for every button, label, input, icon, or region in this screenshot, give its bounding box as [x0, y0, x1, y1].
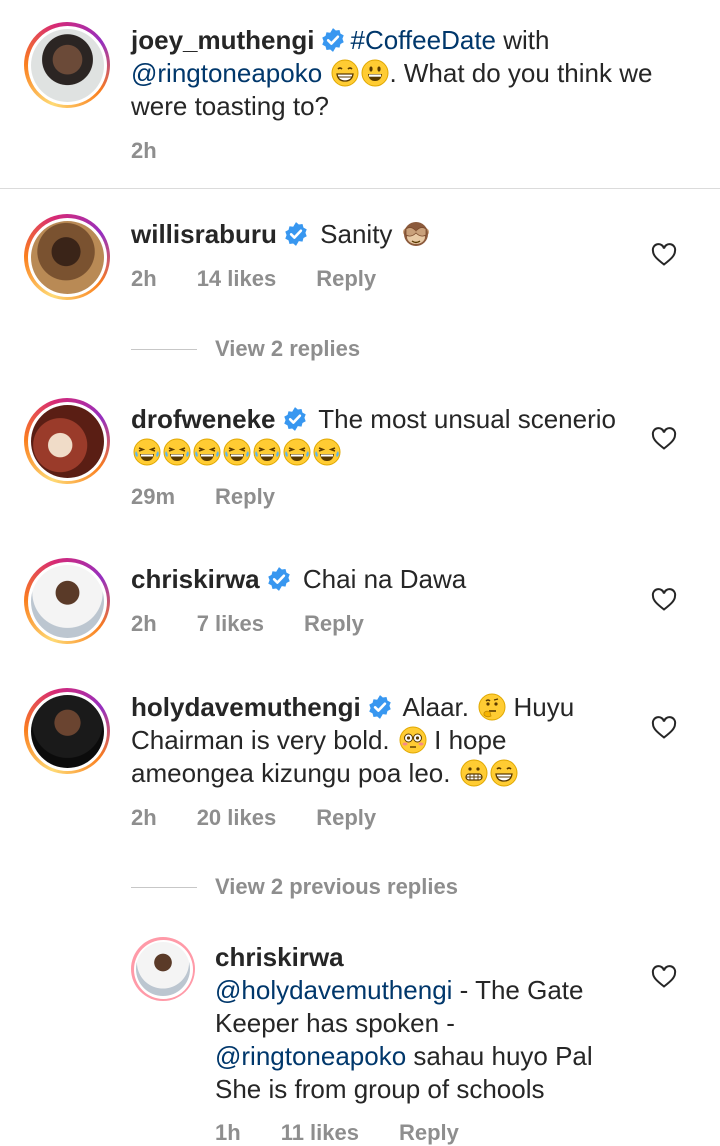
reply-button[interactable]: Reply [316, 805, 376, 831]
verified-badge-icon [367, 694, 393, 720]
grin-emoji-icon [331, 59, 359, 87]
verified-badge-icon [320, 27, 346, 53]
view-replies-label: View 2 previous replies [215, 874, 458, 899]
comment-username[interactable]: chriskirwa [131, 564, 260, 594]
heart-outline-icon[interactable] [651, 716, 677, 740]
comment-body: Chai na Dawa [302, 564, 467, 594]
heart-outline-icon[interactable] [651, 243, 677, 267]
view-previous-replies-button[interactable]: View 2 previous replies [131, 874, 458, 900]
heart-outline-icon[interactable] [651, 427, 677, 451]
reply-time: 1h [215, 1120, 241, 1145]
grin-emoji-icon [490, 759, 518, 787]
reply-username[interactable]: chriskirwa [215, 942, 344, 972]
divider [0, 188, 720, 189]
verified-badge-icon [266, 566, 292, 592]
comment-body: Sanity [320, 219, 393, 249]
comment-text: holydavemuthengi Alaar. Huyu Chairman is… [131, 691, 651, 790]
comment-text: chriskirwa Chai na Dawa [131, 563, 466, 596]
heart-outline-icon[interactable] [651, 965, 677, 989]
reply-button[interactable]: Reply [304, 611, 364, 637]
laughing-emoji-icon [163, 438, 191, 466]
comment-body: Chairman is very bold. [131, 725, 390, 755]
comment-meta: 2h 7 likes Reply [131, 611, 404, 637]
comment-body: Alaar. [402, 692, 470, 722]
caption-time: 2h [131, 138, 157, 163]
comment-body: The most unsual scenerio [318, 404, 616, 434]
comment-body: Huyu [513, 692, 575, 722]
heart-outline-icon[interactable] [651, 588, 677, 612]
comment-body: ameongea kizungu poa leo. [131, 758, 451, 788]
divider-line [131, 348, 197, 350]
avatar [30, 564, 104, 638]
comment-time: 2h [131, 611, 157, 636]
view-replies-button[interactable]: View 2 replies [131, 336, 360, 362]
comment-avatar-ring[interactable] [24, 214, 110, 300]
flushed-emoji-icon [399, 726, 427, 754]
comment-avatar-ring[interactable] [24, 688, 110, 774]
comment-text: willisraburu Sanity [131, 218, 430, 251]
comment-likes[interactable]: 7 likes [197, 611, 264, 637]
laughing-emoji-icon [253, 438, 281, 466]
divider-line [131, 886, 197, 888]
laughing-emoji-icon [223, 438, 251, 466]
comment-body: I hope [434, 725, 507, 755]
comment-avatar-ring[interactable] [24, 398, 110, 484]
comment-avatar-ring[interactable] [24, 558, 110, 644]
reply-text: chriskirwa @holydavemuthengi - The Gate … [215, 941, 635, 1106]
thinking-emoji-icon [478, 693, 506, 721]
laughing-emoji-icon [283, 438, 311, 466]
comment-meta: 2h 14 likes Reply [131, 266, 416, 292]
avatar [30, 694, 104, 768]
view-replies-label: View 2 replies [215, 336, 361, 361]
see-no-evil-monkey-emoji-icon [402, 220, 430, 248]
avatar [30, 28, 104, 102]
reply-likes[interactable]: 11 likes [281, 1120, 359, 1146]
caption-text-part: with [496, 25, 550, 55]
laughing-emoji-icon [133, 438, 161, 466]
reply-meta: 1h 11 likes Reply [215, 1120, 499, 1146]
comment-time: 29m [131, 484, 176, 509]
laughing-emoji-icon [193, 438, 221, 466]
caption-username[interactable]: joey_muthengi [131, 25, 314, 55]
reply-button[interactable]: Reply [399, 1120, 459, 1146]
avatar [30, 220, 104, 294]
comment-username[interactable]: willisraburu [131, 219, 277, 249]
caption-text: joey_muthengi #CoffeeDate with @ringtonea… [131, 24, 691, 123]
avatar [136, 942, 190, 996]
reply-button[interactable]: Reply [215, 484, 275, 510]
reply-avatar-ring[interactable] [131, 937, 195, 1001]
reply-mention[interactable]: @ringtoneapoko [215, 1041, 406, 1071]
avatar [30, 404, 104, 478]
comment-likes[interactable]: 20 likes [197, 805, 277, 831]
verified-badge-icon [282, 406, 308, 432]
grimace-emoji-icon [460, 759, 488, 787]
comment-text: drofweneke The most unsual scenerio [131, 403, 651, 469]
verified-badge-icon [283, 221, 309, 247]
comment-meta: 29m Reply [131, 484, 315, 510]
comment-likes[interactable]: 14 likes [197, 266, 277, 292]
comment-time: 2h [131, 805, 157, 830]
smile-emoji-icon [361, 59, 389, 87]
comment-username[interactable]: holydavemuthengi [131, 692, 361, 722]
comment-meta: 2h 20 likes Reply [131, 805, 416, 831]
comment-time: 2h [131, 266, 157, 291]
caption-mention[interactable]: @ringtoneapoko [131, 58, 322, 88]
caption-hashtag[interactable]: #CoffeeDate [350, 25, 496, 55]
reply-mention[interactable]: @holydavemuthengi [215, 975, 452, 1005]
caption-avatar-ring[interactable] [24, 22, 110, 108]
reply-button[interactable]: Reply [316, 266, 376, 292]
comment-username[interactable]: drofweneke [131, 404, 276, 434]
caption-meta: 2h [131, 138, 197, 164]
laughing-emoji-icon [313, 438, 341, 466]
